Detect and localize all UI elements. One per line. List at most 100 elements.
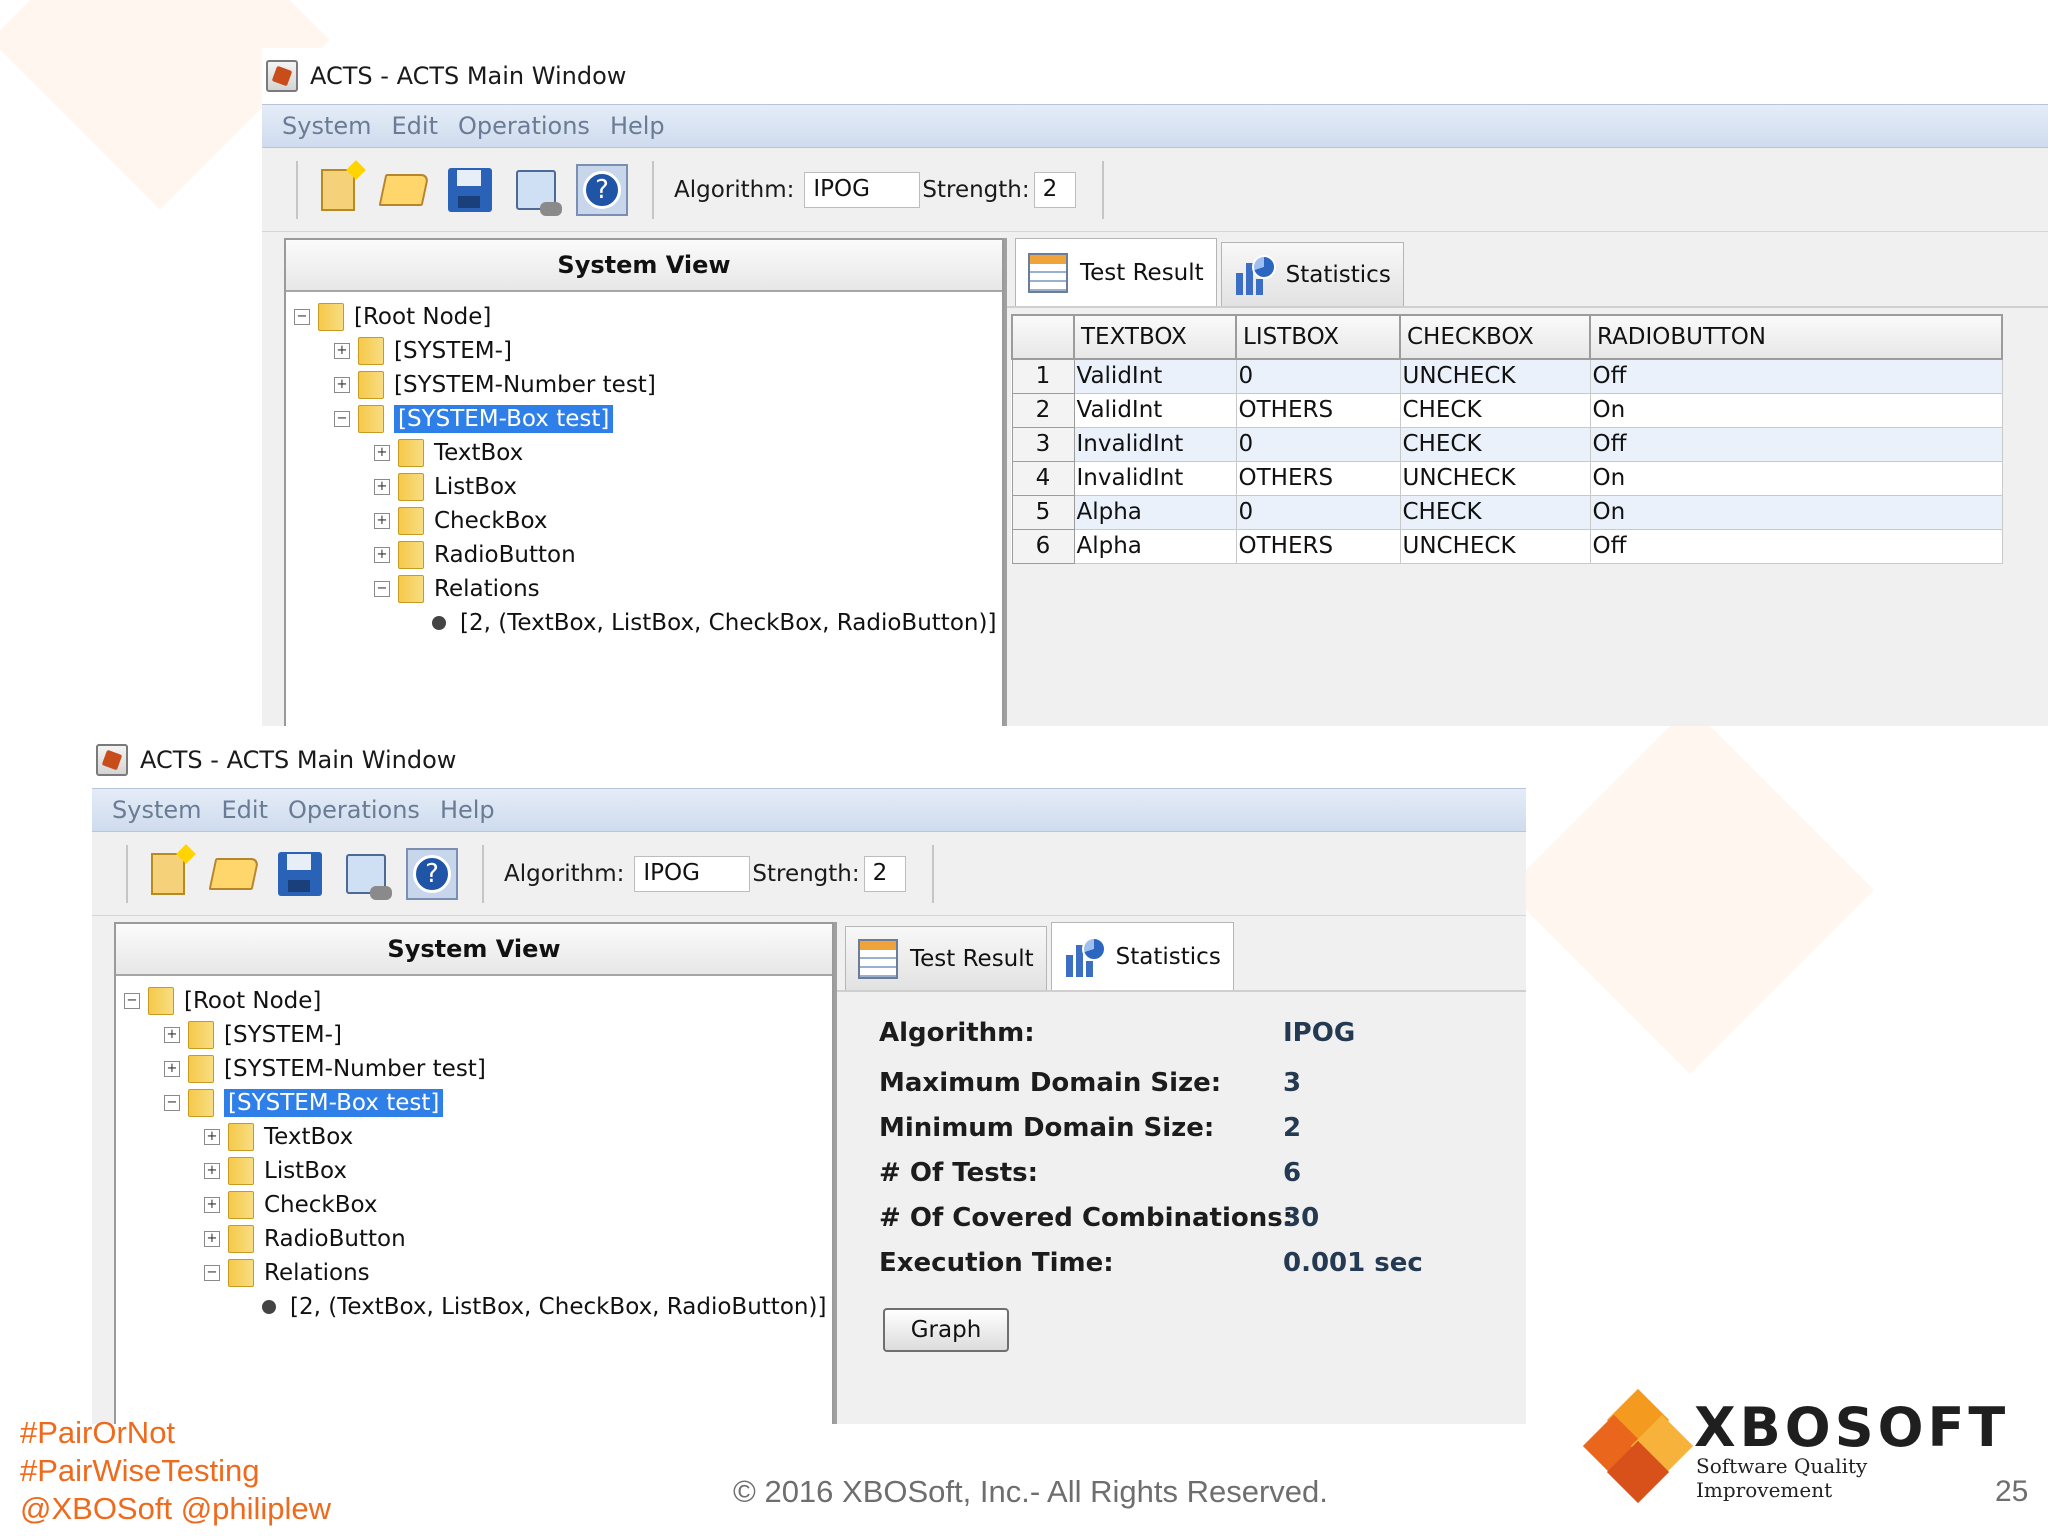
expand-icon[interactable]: + [164,1061,180,1077]
table-cell[interactable]: CHECK [1399,494,1591,530]
tab-test-result[interactable]: Test Result [845,926,1047,990]
menu-system[interactable]: System [112,796,202,824]
table-cell[interactable]: On [1589,392,2003,428]
table-cell[interactable]: ValidInt [1073,392,1237,428]
tree-node-label: CheckBox [434,508,548,534]
new-system-button[interactable] [310,162,366,218]
column-header[interactable]: TEXTBOX [1073,314,1237,360]
new-system-button[interactable] [140,846,196,902]
menu-operations[interactable]: Operations [288,796,420,824]
strength-field[interactable]: 2 [1033,171,1076,208]
table-cell[interactable]: Alpha [1073,528,1237,564]
column-header[interactable]: LISTBOX [1235,314,1401,360]
tree-node-relation-item[interactable]: [2, (TextBox, ListBox, CheckBox, RadioBu… [432,606,996,640]
tab-test-result[interactable]: Test Result [1015,238,1217,306]
table-cell[interactable]: UNCHECK [1399,528,1591,564]
column-header[interactable]: RADIOBUTTON [1589,314,2003,360]
expand-icon[interactable]: + [204,1163,220,1179]
save-button[interactable] [442,162,498,218]
tab-statistics[interactable]: Statistics [1050,922,1234,990]
collapse-icon[interactable]: − [294,309,310,325]
collapse-icon[interactable]: − [334,411,350,427]
table-cell[interactable]: CHECK [1399,426,1591,462]
algorithm-field[interactable]: IPOG [634,855,751,892]
help-button[interactable]: ? [404,846,460,902]
tree-node-param[interactable]: + TextBox [204,1120,353,1154]
expand-icon[interactable]: + [204,1129,220,1145]
tree-node-param[interactable]: + RadioButton [374,538,576,572]
menu-system[interactable]: System [282,112,372,140]
expand-icon[interactable]: + [204,1197,220,1213]
tree-node-root[interactable]: − [Root Node] [124,984,321,1018]
open-button[interactable] [376,162,432,218]
tree-node-system[interactable]: + [SYSTEM-] [164,1018,342,1052]
graph-button[interactable]: Graph [883,1308,1009,1352]
tree-node-relations[interactable]: − Relations [374,572,540,606]
help-button[interactable]: ? [574,162,630,218]
save-button[interactable] [272,846,328,902]
tree-node-param[interactable]: + CheckBox [204,1188,378,1222]
menu-edit[interactable]: Edit [222,796,268,824]
table-cell[interactable]: Alpha [1073,494,1237,530]
table-cell[interactable]: OTHERS [1235,460,1401,496]
table-row[interactable]: 2 ValidInt OTHERS CHECK On [1011,392,2003,428]
tree-node-box-test[interactable]: − [SYSTEM-Box test] [164,1086,444,1120]
tree-node-param[interactable]: + ListBox [374,470,517,504]
table-cell[interactable]: On [1589,460,2003,496]
table-row[interactable]: 4 InvalidInt OTHERS UNCHECK On [1011,460,2003,496]
build-button[interactable] [508,162,564,218]
column-header[interactable]: CHECKBOX [1399,314,1591,360]
table-cell[interactable]: Off [1589,426,2003,462]
tree-node-relation-item[interactable]: [2, (TextBox, ListBox, CheckBox, RadioBu… [262,1290,826,1324]
tree-node-system[interactable]: + [SYSTEM-] [334,334,512,368]
tree-node-param[interactable]: + CheckBox [374,504,548,538]
table-cell[interactable]: 0 [1235,358,1401,394]
table-cell[interactable]: On [1589,494,2003,530]
table-cell[interactable]: CHECK [1399,392,1591,428]
expand-icon[interactable]: + [334,343,350,359]
table-cell[interactable]: OTHERS [1235,528,1401,564]
menu-help[interactable]: Help [610,112,665,140]
tree-node-number-test[interactable]: + [SYSTEM-Number test] [334,368,656,402]
strength-field[interactable]: 2 [863,855,906,892]
collapse-icon[interactable]: − [124,993,140,1009]
tree-node-root[interactable]: − [Root Node] [294,300,491,334]
tree-node-number-test[interactable]: + [SYSTEM-Number test] [164,1052,486,1086]
expand-icon[interactable]: + [374,479,390,495]
menu-help[interactable]: Help [440,796,495,824]
expand-icon[interactable]: + [374,513,390,529]
collapse-icon[interactable]: − [374,581,390,597]
menu-operations[interactable]: Operations [458,112,590,140]
algorithm-field[interactable]: IPOG [804,171,921,208]
open-button[interactable] [206,846,262,902]
tree-node-param[interactable]: + ListBox [204,1154,347,1188]
table-cell[interactable]: InvalidInt [1073,460,1237,496]
build-button[interactable] [338,846,394,902]
expand-icon[interactable]: + [374,547,390,563]
table-cell[interactable]: UNCHECK [1399,358,1591,394]
table-row[interactable]: 5 Alpha 0 CHECK On [1011,494,2003,530]
table-cell[interactable]: OTHERS [1235,392,1401,428]
table-cell[interactable]: InvalidInt [1073,426,1237,462]
collapse-icon[interactable]: − [204,1265,220,1281]
table-cell[interactable]: Off [1589,358,2003,394]
expand-icon[interactable]: + [334,377,350,393]
expand-icon[interactable]: + [374,445,390,461]
collapse-icon[interactable]: − [164,1095,180,1111]
expand-icon[interactable]: + [204,1231,220,1247]
menu-edit[interactable]: Edit [392,112,438,140]
tree-node-relations[interactable]: − Relations [204,1256,370,1290]
table-row[interactable]: 6 Alpha OTHERS UNCHECK Off [1011,528,2003,564]
tab-statistics[interactable]: Statistics [1220,242,1404,306]
table-cell[interactable]: 0 [1235,426,1401,462]
table-row[interactable]: 3 InvalidInt 0 CHECK Off [1011,426,2003,462]
table-cell[interactable]: Off [1589,528,2003,564]
expand-icon[interactable]: + [164,1027,180,1043]
tree-node-box-test[interactable]: − [SYSTEM-Box test] [334,402,614,436]
table-cell[interactable]: 0 [1235,494,1401,530]
tree-node-param[interactable]: + RadioButton [204,1222,406,1256]
table-cell[interactable]: ValidInt [1073,358,1237,394]
table-cell[interactable]: UNCHECK [1399,460,1591,496]
table-row[interactable]: 1 ValidInt 0 UNCHECK Off [1011,358,2003,394]
tree-node-param[interactable]: + TextBox [374,436,523,470]
